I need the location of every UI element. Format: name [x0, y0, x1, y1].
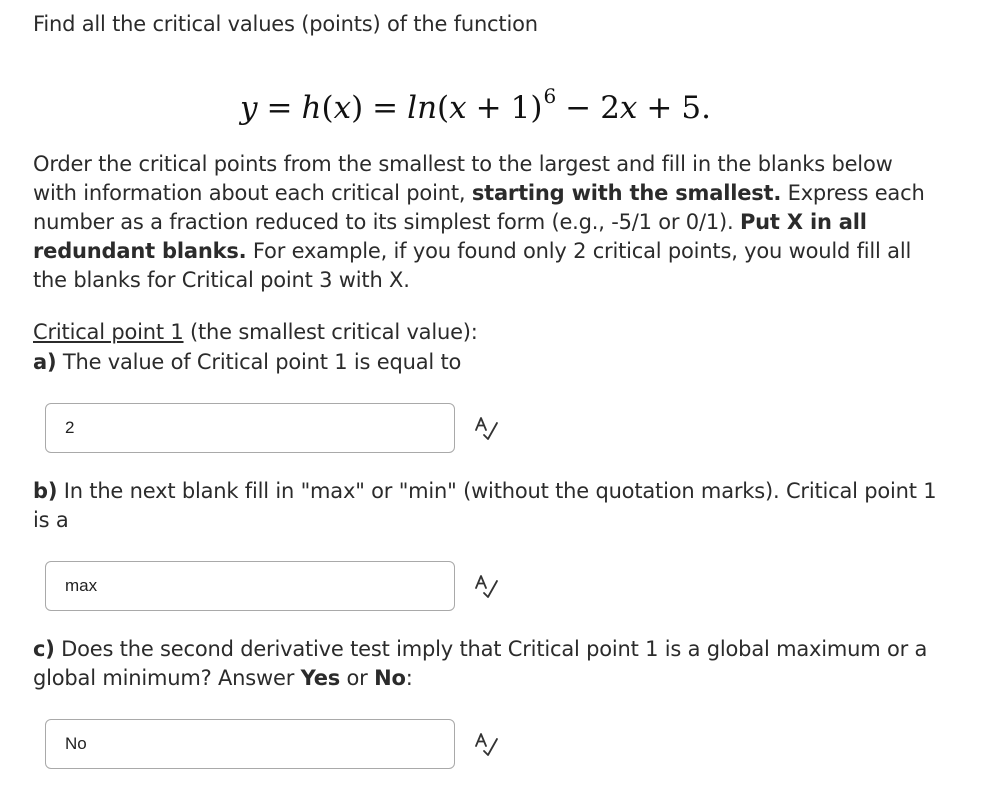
- spellcheck-icon[interactable]: [473, 415, 499, 441]
- part-c-prompt: c) Does the second derivative test imply…: [33, 637, 928, 690]
- spellcheck-icon[interactable]: [473, 731, 499, 757]
- critical-point-heading: Critical point 1 (the smallest critical …: [33, 320, 478, 344]
- part-b-prompt: b) In the next blank fill in "max" or "m…: [33, 479, 937, 532]
- answer-field-a-value: 2: [65, 418, 75, 437]
- part-a-prompt: a) The value of Critical point 1 is equa…: [33, 350, 462, 374]
- answer-field-c-value: No: [65, 734, 87, 753]
- answer-field-b-value: max: [65, 576, 98, 595]
- instructions: Order the critical points from the small…: [33, 152, 925, 292]
- question-intro: Find all the critical values (points) of…: [33, 12, 538, 36]
- answer-field-a[interactable]: 2: [45, 403, 455, 453]
- function-formula: y = h(x) = ln(x +1)6−2x +5.: [240, 84, 711, 126]
- spellcheck-icon[interactable]: [473, 573, 499, 599]
- answer-field-b[interactable]: max: [45, 561, 455, 611]
- critical-point-link: Critical point 1: [33, 320, 184, 344]
- answer-field-c[interactable]: No: [45, 719, 455, 769]
